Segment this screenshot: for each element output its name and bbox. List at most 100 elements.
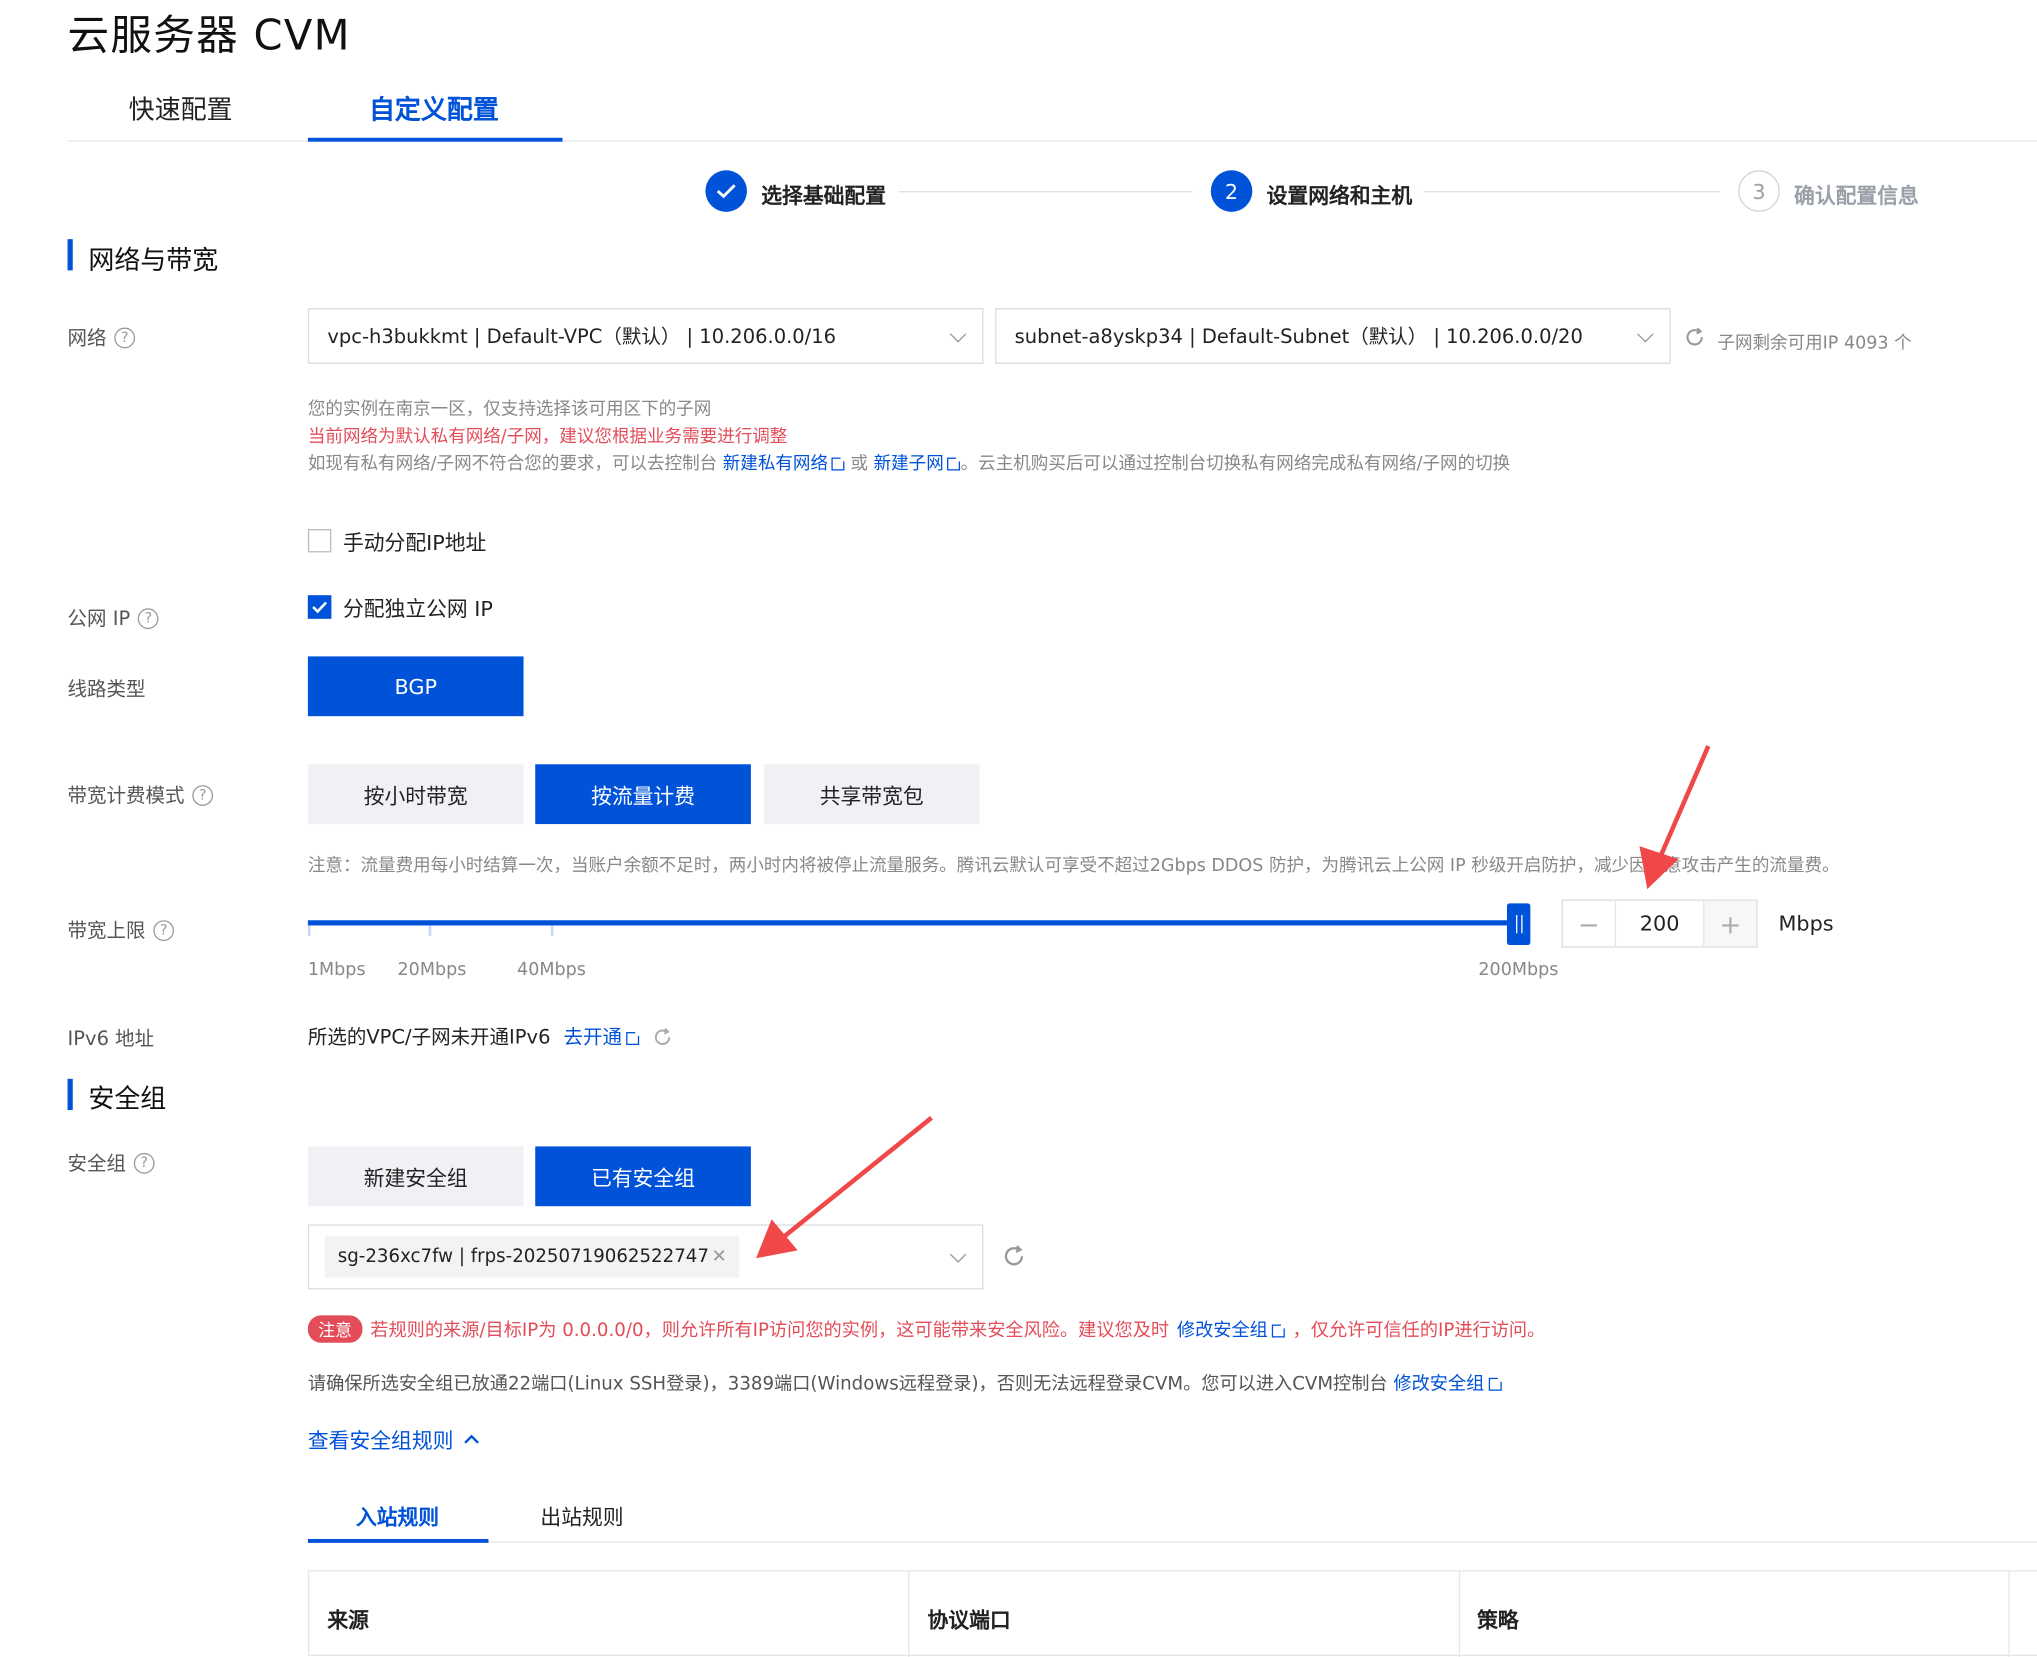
bandwidth-stepper: − 200 + (1561, 899, 1758, 948)
bandwidth-slider-track[interactable] (307, 920, 1519, 926)
security-warning: 注意 若规则的来源/目标IP为 0.0.0.0/0，则允许所有IP访问您的实例，… (307, 1315, 1546, 1343)
help-icon[interactable]: ? (114, 326, 136, 348)
billing-mode-label-text: 带宽计费模式 (67, 783, 185, 808)
billing-mode-label: 带宽计费模式 ? (68, 781, 214, 808)
public-ip-label: 公网 IP ? (68, 604, 159, 631)
new-security-group-button[interactable]: 新建安全组 (307, 1146, 524, 1207)
billing-note: 注意：流量费用每小时结算一次，当账户余额不足时，两小时内将被停止流量服务。腾讯云… (307, 855, 1840, 877)
refresh-icon[interactable] (652, 1026, 673, 1047)
new-subnet-link-label: 新建子网 (873, 453, 944, 475)
new-vpc-link-label: 新建私有网络 (722, 453, 828, 475)
public-ip-checkbox[interactable] (307, 595, 332, 619)
billing-shared-button[interactable]: 共享带宽包 (763, 764, 980, 825)
chevron-down-icon (949, 1246, 967, 1263)
ipv6-text: 所选的VPC/子网未开通IPv6 (307, 1025, 551, 1049)
chevron-down-icon (949, 325, 967, 342)
external-link-icon (831, 454, 848, 471)
hint-text: 或 (850, 453, 869, 475)
vpc-select[interactable]: vpc-h3bukkmt | Default-VPC（默认） | 10.206.… (307, 308, 984, 364)
tab-custom-config[interactable]: 自定义配置 (369, 88, 499, 126)
step-connector (898, 191, 1193, 193)
public-ip-label-text: 公网 IP (67, 607, 131, 631)
external-link-icon (1271, 1321, 1288, 1337)
subnet-select[interactable]: subnet-a8yskp34 | Default-Subnet（默认） | 1… (995, 308, 1671, 364)
manual-ip-option[interactable]: 手动分配IP地址 (307, 525, 487, 556)
network-label: 网络 ? (68, 324, 136, 351)
bandwidth-label-text: 带宽上限 (67, 918, 146, 943)
line-type-bgp-button[interactable]: BGP (307, 656, 524, 717)
security-group-select[interactable]: sg-236xc7fw | frps-20250719062522747 ✕ (307, 1224, 984, 1290)
security-group-label-text: 安全组 (67, 1151, 127, 1176)
annotation-arrows (756, 745, 1711, 1259)
slider-tick (428, 925, 432, 936)
tab-outbound-rules[interactable]: 出站规则 (540, 1500, 623, 1531)
security-group-label: 安全组 ? (68, 1149, 155, 1176)
column-divider (2008, 1571, 2010, 1657)
rules-table-header: 来源 协议端口 策略 (307, 1570, 2037, 1657)
step-3-number: 3 (1738, 170, 1780, 212)
rule-tabs-divider (307, 1541, 2037, 1543)
public-ip-option[interactable]: 分配独立公网 IP (307, 591, 493, 622)
tab-quick-config[interactable]: 快速配置 (129, 88, 233, 126)
view-security-rules-label: 查看安全组规则 (307, 1428, 454, 1454)
step-1-label: 选择基础配置 (761, 183, 887, 208)
refresh-icon[interactable] (1002, 1244, 1027, 1274)
chevron-down-icon (1637, 325, 1654, 342)
zone-hint: 您的实例在南京一区，仅支持选择该可用区下的子网 (307, 399, 712, 420)
billing-traffic-button[interactable]: 按流量计费 (535, 764, 751, 825)
bandwidth-unit: Mbps (1778, 911, 1834, 936)
line-type-label: 线路类型 (67, 677, 146, 701)
column-header-protocol-port: 协议端口 (927, 1607, 1011, 1633)
help-icon[interactable]: ? (138, 607, 159, 629)
section-accent-bar (67, 1078, 73, 1111)
view-security-rules-toggle[interactable]: 查看安全组规则 (308, 1423, 480, 1454)
section-title-security: 安全组 (88, 1082, 167, 1114)
ipv6-label: IPv6 地址 (67, 1026, 155, 1051)
public-ip-option-label: 分配独立公网 IP (342, 596, 493, 622)
enable-ipv6-link[interactable]: 去开通 (563, 1023, 642, 1050)
warning-text: ，仅允许可信任的IP进行访问。 (1292, 1319, 1546, 1341)
billing-hourly-button[interactable]: 按小时带宽 (307, 764, 524, 825)
network-console-hint: 如现有私有网络/子网不符合您的要求，可以去控制台 新建私有网络 或 新建子网 。云… (307, 448, 1510, 475)
ports-hint: 请确保所选安全组已放通22端口(Linux SSH登录)，3389端口(Wind… (307, 1370, 1504, 1396)
tab-active-indicator (307, 137, 563, 142)
existing-security-group-button[interactable]: 已有安全组 (535, 1146, 751, 1207)
help-icon[interactable]: ? (133, 1152, 155, 1174)
hint-text: 如现有私有网络/子网不符合您的要求，可以去控制台 (307, 453, 718, 475)
new-subnet-link[interactable]: 新建子网 (873, 453, 964, 475)
modify-security-group-link[interactable]: 修改安全组 (1393, 1373, 1504, 1395)
column-header-source: 来源 (327, 1607, 369, 1633)
decrement-button[interactable]: − (1563, 900, 1617, 947)
column-header-policy: 策略 (1477, 1607, 1519, 1633)
close-icon[interactable]: ✕ (712, 1247, 727, 1268)
subnet-remaining-ip: 子网剩余可用IP 4093 个 (1717, 332, 1912, 354)
page-title: 云服务器 CVM (67, 10, 351, 60)
ports-hint-text: 请确保所选安全组已放通22端口(Linux SSH登录)，3389端口(Wind… (307, 1373, 1388, 1395)
step-connector (1423, 191, 1721, 193)
help-icon[interactable]: ? (192, 784, 214, 806)
slider-tick-label: 20Mbps (397, 959, 467, 981)
ipv6-status: 所选的VPC/子网未开通IPv6 去开通 (308, 1023, 673, 1050)
slider-tick-label: 200Mbps (1478, 959, 1559, 981)
refresh-icon[interactable] (1684, 326, 1706, 353)
slider-tick-label: 1Mbps (307, 959, 366, 981)
bandwidth-value-input[interactable]: 200 (1616, 901, 1703, 946)
increment-button[interactable]: + (1703, 900, 1757, 947)
tab-inbound-rules[interactable]: 入站规则 (356, 1500, 439, 1531)
step-1-check-icon (705, 170, 747, 212)
external-link-icon (947, 454, 964, 471)
modify-security-group-link-label: 修改安全组 (1393, 1373, 1485, 1395)
step-3-label: 确认配置信息 (1794, 183, 1919, 208)
external-link-icon (1488, 1375, 1504, 1391)
manual-ip-label: 手动分配IP地址 (342, 530, 487, 556)
new-vpc-link[interactable]: 新建私有网络 (722, 453, 848, 475)
help-icon[interactable]: ? (153, 919, 175, 941)
manual-ip-checkbox[interactable] (307, 529, 332, 553)
modify-security-group-link[interactable]: 修改安全组 (1176, 1316, 1288, 1342)
security-group-tag-label: sg-236xc7fw | frps-20250719062522747 (337, 1246, 709, 1268)
external-link-icon (625, 1029, 642, 1046)
step-2-number: 2 (1210, 170, 1253, 212)
modify-security-group-link-label: 修改安全组 (1176, 1319, 1268, 1341)
section-accent-bar (67, 239, 73, 271)
bandwidth-slider-handle[interactable] (1506, 903, 1531, 945)
